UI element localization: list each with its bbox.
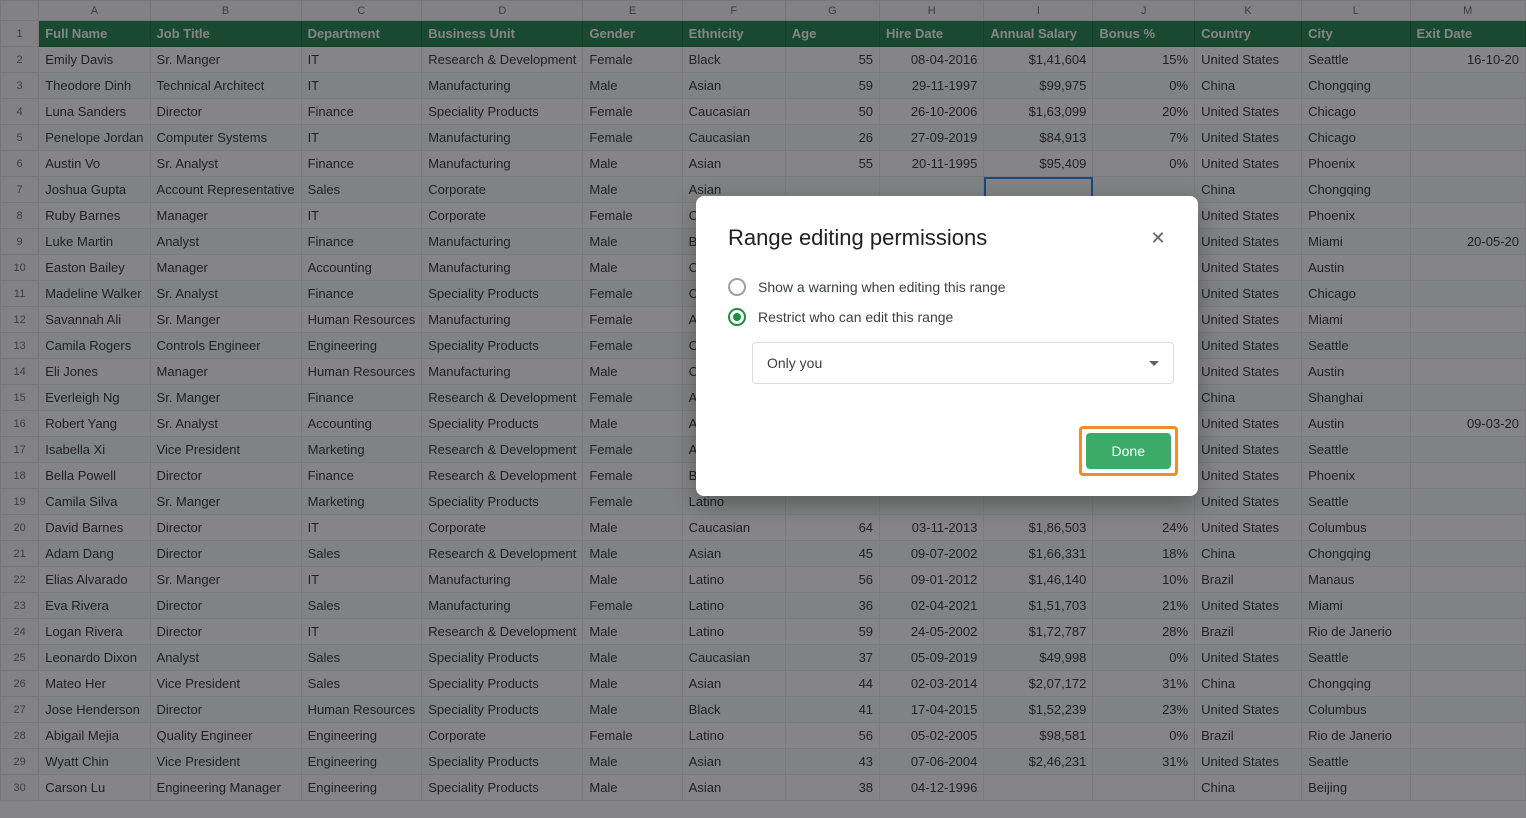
done-button[interactable]: Done <box>1086 433 1171 469</box>
restrict-select[interactable]: Only you <box>752 342 1174 384</box>
option-restrict-label: Restrict who can edit this range <box>758 309 953 325</box>
option-warn-label: Show a warning when editing this range <box>758 279 1006 295</box>
option-show-warning[interactable]: Show a warning when editing this range <box>696 272 1198 302</box>
chevron-down-icon <box>1149 361 1159 366</box>
radio-unchecked-icon <box>728 278 746 296</box>
dialog-title: Range editing permissions <box>728 225 987 251</box>
radio-checked-icon <box>728 308 746 326</box>
done-highlight: Done <box>1079 426 1178 476</box>
close-icon[interactable]: ✕ <box>1142 222 1174 254</box>
option-restrict[interactable]: Restrict who can edit this range <box>696 302 1198 332</box>
range-permissions-dialog: Range editing permissions ✕ Show a warni… <box>696 196 1198 496</box>
select-value: Only you <box>767 355 822 371</box>
